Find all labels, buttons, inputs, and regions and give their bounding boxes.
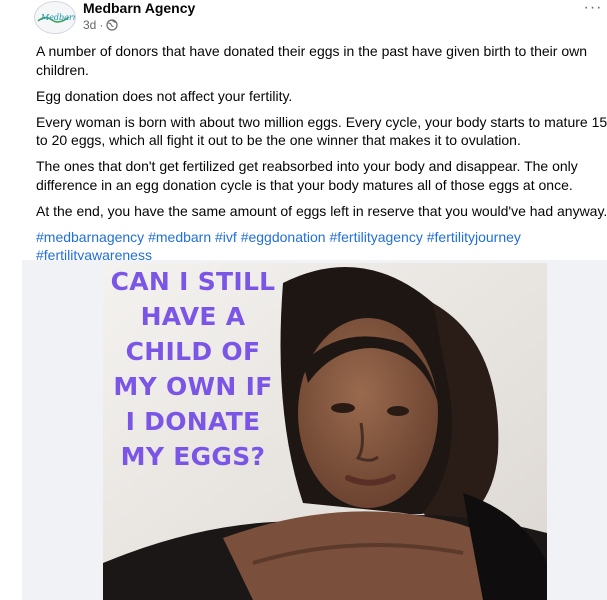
- more-options-button[interactable]: ···: [581, 0, 605, 18]
- page-name-link[interactable]: Medbarn Agency: [83, 0, 195, 17]
- hashtag-link[interactable]: #ivf: [215, 229, 237, 245]
- post-paragraph-4: The ones that don't get fertilized get r…: [36, 158, 578, 193]
- post-paragraph-2: Egg donation does not affect your fertil…: [36, 87, 293, 104]
- image-overlay-text: CAN I STILL HAVE A CHILD OF MY OWN IF I …: [103, 264, 283, 474]
- hashtag-link[interactable]: #medbarn: [148, 229, 211, 245]
- post-text: A number of donors that have donated the…: [36, 42, 607, 272]
- hashtag-link[interactable]: #eggdonation: [241, 229, 326, 245]
- post-timestamp[interactable]: 3d: [83, 17, 96, 33]
- overlay-line: MY EGGS?: [120, 442, 266, 471]
- post-meta: 3d ·: [83, 17, 118, 33]
- hashtag-link[interactable]: #fertilityjourney: [427, 229, 521, 245]
- post-header: Medbarn Medbarn Agency 3d · ···: [0, 0, 607, 36]
- hashtag-list: #medbarnagency #medbarn #ivf #eggdonatio…: [36, 228, 607, 265]
- post-image[interactable]: CAN I STILL HAVE A CHILD OF MY OWN IF I …: [103, 263, 547, 600]
- svg-text:Medbarn: Medbarn: [40, 13, 75, 22]
- hashtag-link[interactable]: #fertilityagency: [329, 229, 422, 245]
- overlay-line: I DONATE: [125, 407, 261, 436]
- globe-icon: [106, 19, 118, 31]
- post-paragraph-3: Every woman is born with about two milli…: [36, 113, 607, 149]
- meta-separator: ·: [99, 18, 104, 32]
- overlay-line: MY OWN IF: [113, 372, 273, 401]
- overlay-line: CHILD OF: [125, 337, 261, 366]
- more-horizontal-icon: ···: [583, 0, 603, 16]
- overlay-line: HAVE A: [140, 302, 246, 331]
- post-media[interactable]: CAN I STILL HAVE A CHILD OF MY OWN IF I …: [22, 260, 607, 600]
- post-paragraph-5: At the end, you have the same amount of …: [36, 202, 607, 219]
- overlay-line: CAN I STILL: [110, 267, 276, 296]
- hashtag-link[interactable]: #medbarnagency: [36, 229, 144, 245]
- medbarn-logo: Medbarn: [35, 2, 75, 33]
- post-paragraph-1: A number of donors that have donated the…: [36, 43, 588, 78]
- page-avatar[interactable]: Medbarn: [34, 1, 76, 34]
